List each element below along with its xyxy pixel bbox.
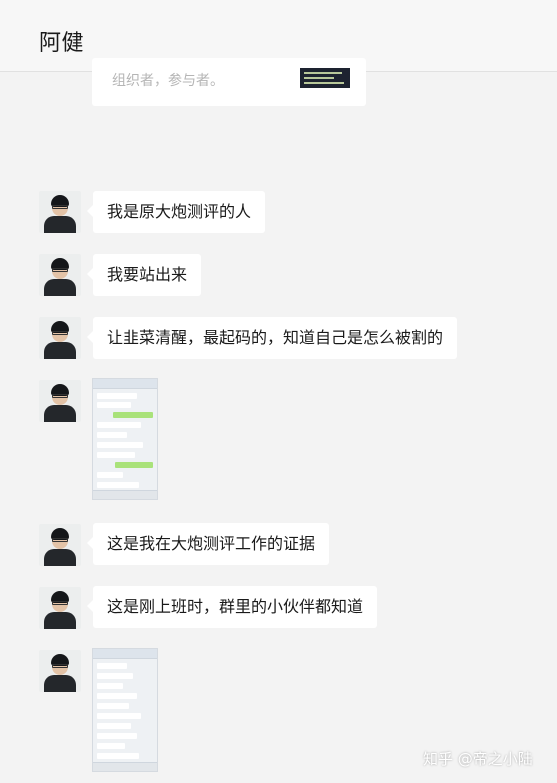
avatar[interactable] [39, 524, 81, 566]
message-bubble[interactable]: 我要站出来 [86, 254, 202, 296]
avatar[interactable] [39, 380, 81, 422]
avatar[interactable] [39, 254, 81, 296]
avatar[interactable] [39, 650, 81, 692]
previous-message-thumbnail[interactable] [300, 68, 350, 88]
previous-message-text: 组织者，参与者。 [112, 73, 224, 89]
previous-message-card[interactable]: 组织者，参与者。 [92, 58, 366, 106]
message-bubble[interactable]: 这是刚上班时，群里的小伙伴都知道 [86, 586, 378, 628]
chat-screenshot-image[interactable] [92, 378, 158, 500]
avatar[interactable] [39, 191, 81, 233]
message-bubble[interactable]: 这是我在大炮测评工作的证据 [86, 523, 330, 565]
message-bubble[interactable]: 我是原大炮测评的人 [86, 191, 266, 233]
avatar[interactable] [39, 317, 81, 359]
message-bubble[interactable]: 让韭菜清醒，最起码的，知道自己是怎么被割的 [86, 317, 458, 359]
contact-name[interactable]: 阿健 [39, 25, 84, 57]
chat-screenshot-image[interactable] [92, 648, 158, 772]
avatar[interactable] [39, 587, 81, 629]
zhihu-watermark: 知乎 @帝之小陆 [423, 750, 533, 768]
